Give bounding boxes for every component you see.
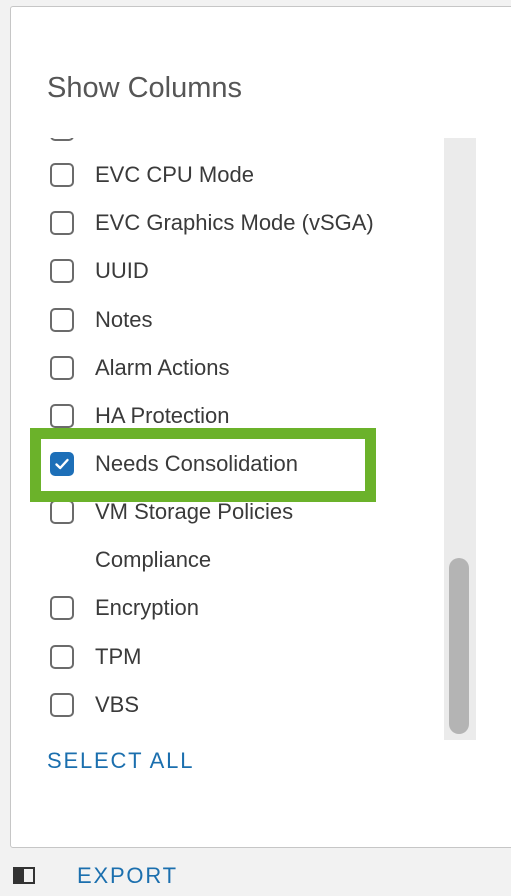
list-item[interactable]: TPM xyxy=(36,642,446,678)
column-label: TPM xyxy=(95,644,142,669)
column-label: Encryption xyxy=(95,595,199,620)
checkbox[interactable] xyxy=(50,163,74,187)
column-label: EVC CPU Mode xyxy=(95,162,254,187)
checkbox[interactable] xyxy=(50,356,74,380)
column-label: Notes xyxy=(95,307,153,332)
list-item[interactable]: UUID xyxy=(36,256,446,292)
checkbox[interactable] xyxy=(50,645,74,669)
panel-title: Show Columns xyxy=(47,72,243,104)
column-label: Alarm Actions xyxy=(95,355,230,380)
column-label-continuation: Compliance xyxy=(95,547,212,572)
column-label: Needs Consolidation xyxy=(95,451,299,476)
list-item[interactable]: EVC Graphics Mode (vSGA) xyxy=(36,208,446,244)
select-all-button[interactable]: SELECT ALL xyxy=(47,746,194,776)
list-item[interactable]: HA Protection xyxy=(36,401,446,437)
checkbox[interactable] xyxy=(50,596,74,620)
list-item[interactable]: Notes xyxy=(36,305,446,341)
list-item[interactable]: VBS xyxy=(36,690,446,726)
list-item[interactable]: Alarm Actions xyxy=(36,353,446,389)
checkbox-checked[interactable] xyxy=(50,452,74,476)
column-label: VBS xyxy=(95,692,140,717)
checkbox[interactable] xyxy=(50,500,74,524)
column-label: EVC Graphics Mode (vSGA) xyxy=(95,210,374,235)
export-button[interactable]: EXPORT xyxy=(77,861,178,891)
footer-toolbar: EXPORT xyxy=(0,855,511,896)
column-label: VM Storage Policies xyxy=(95,499,294,524)
column-toggle-icon[interactable] xyxy=(13,867,35,884)
list-item[interactable]: Encryption xyxy=(36,593,446,629)
checkbox[interactable] xyxy=(50,211,74,235)
column-label: UUID xyxy=(95,258,149,283)
list-item[interactable]: VM Storage Policies xyxy=(36,497,446,533)
checkbox[interactable] xyxy=(50,404,74,428)
list-item[interactable]: EVC CPU Mode xyxy=(36,160,446,196)
list-item[interactable]: Needs Consolidation xyxy=(36,449,446,485)
columns-list: EVC CPU Mode EVC Graphics Mode (vSGA) UU… xyxy=(36,138,478,740)
column-label: HA Protection xyxy=(95,403,230,428)
scrollbar-thumb[interactable] xyxy=(449,558,469,734)
checkmark-icon xyxy=(55,458,69,470)
list-item[interactable] xyxy=(36,138,446,150)
checkbox[interactable] xyxy=(50,138,74,141)
checkbox[interactable] xyxy=(50,259,74,283)
checkbox[interactable] xyxy=(50,308,74,332)
checkbox[interactable] xyxy=(50,693,74,717)
